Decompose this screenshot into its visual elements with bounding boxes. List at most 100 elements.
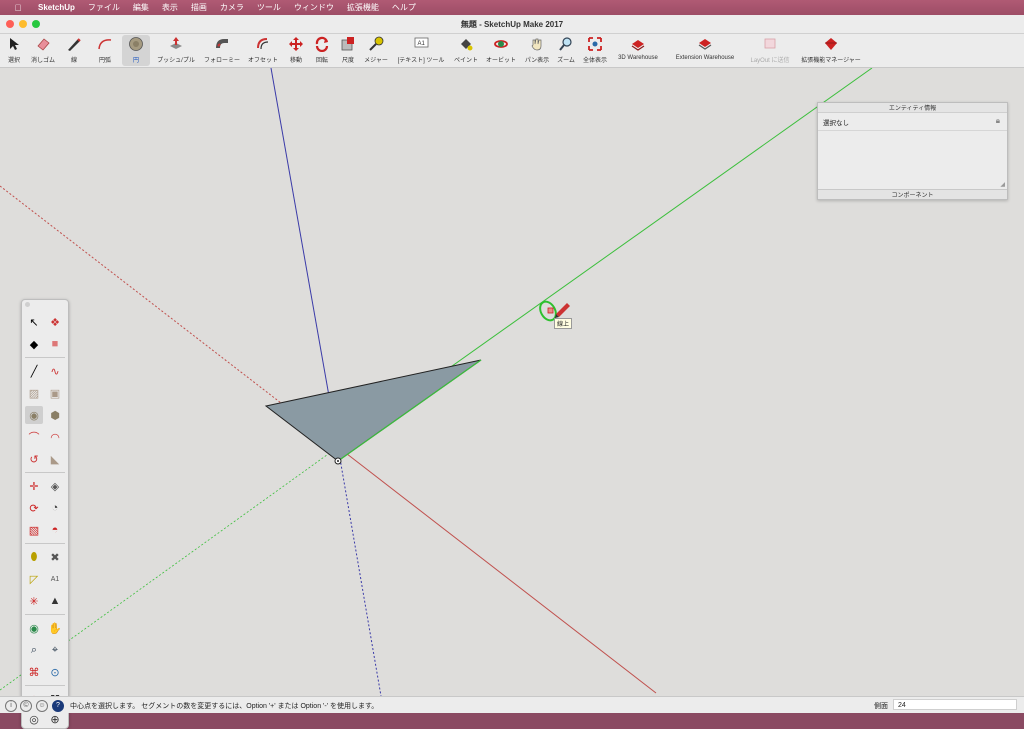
toolbar-label: ペイント (453, 58, 478, 64)
toolbar-label: フォローミー (203, 58, 240, 64)
toolbar-rotate-button[interactable]: 回転 (311, 35, 333, 66)
scale-icon: ▧ (28, 524, 40, 537)
offset-icon (254, 35, 272, 53)
drawing-canvas[interactable]: 線上 ↖ ❖ ◆ ■ ╱ ∿ ▨ ▣ ◉ ⬢ ⌒ ◠ ↺ ◣ ✛ ◈ ⟳ ◔ ▧… (0, 68, 1024, 729)
toolbar-arc-button[interactable]: 円弧 (92, 35, 118, 66)
menu-camera[interactable]: カメラ (220, 2, 244, 13)
toolbar-zoom-button[interactable]: ズーム (555, 35, 577, 66)
palette-zoom-extents-button[interactable]: ⌘ (25, 663, 43, 681)
credits-icon[interactable]: © (20, 700, 32, 712)
palette-pie-button[interactable]: ◣ (46, 450, 64, 468)
menu-file[interactable]: ファイル (88, 2, 120, 13)
toolbar-scale-button[interactable]: 尺度 (337, 35, 359, 66)
toolbar-label: Extension Warehouse (675, 55, 735, 61)
palette-circle-button[interactable]: ◉ (25, 406, 43, 424)
rectangle-icon: ▨ (28, 387, 40, 400)
palette-eraser-button[interactable]: ■ (46, 335, 64, 353)
palette-3point-arc-button[interactable]: ↺ (25, 450, 43, 468)
zoom-window-icon: ⌖ (51, 643, 59, 656)
palette-tape-measure-button[interactable]: ⬮ (25, 548, 43, 566)
geo-location-icon[interactable]: i (5, 700, 17, 712)
palette-text-button[interactable]: A1 (46, 570, 64, 588)
palette-paint-button[interactable]: ◆ (25, 335, 43, 353)
palette-polygon-button[interactable]: ⬢ (46, 406, 64, 424)
menu-extensions[interactable]: 拡張機能 (347, 2, 379, 13)
palette-freehand-button[interactable]: ∿ (46, 362, 64, 380)
palette-move-button[interactable]: ✛ (25, 477, 43, 495)
menu-tools[interactable]: ツール (257, 2, 281, 13)
palette-select-button[interactable]: ↖ (25, 313, 43, 331)
toolbar-offset-button[interactable]: オフセット (246, 35, 280, 66)
toolbar-extension-manager-button[interactable]: 拡張機能マネージャー (797, 35, 865, 66)
palette-protractor-button[interactable]: ◸ (25, 570, 43, 588)
follow-me-icon (213, 35, 231, 53)
palette-zoom-window-button[interactable]: ⌖ (46, 641, 64, 659)
svg-text:A1: A1 (418, 41, 426, 47)
palette-rotate-button[interactable]: ⟳ (25, 499, 43, 517)
arc-icon: ⌒ (28, 432, 40, 444)
toolbar-paint-button[interactable]: ペイント (452, 35, 480, 66)
triangle-face[interactable] (264, 359, 482, 462)
palette-orbit-button[interactable]: ◉ (25, 619, 43, 637)
toolbar-circle-button[interactable]: 円 (122, 35, 150, 66)
section-plane-icon: ⊕ (50, 713, 60, 726)
toolbar-zoom-extents-button[interactable]: 全体表示 (580, 35, 610, 66)
apple-icon[interactable]:  (10, 3, 26, 13)
pencil-icon: ╱ (30, 365, 38, 378)
palette-dimension-button[interactable]: ✖ (46, 548, 64, 566)
toolbar-text-button[interactable]: A1 [テキスト] ツール (394, 35, 448, 66)
toolbar-follow-me-button[interactable]: フォローミー (202, 35, 242, 66)
toolbar-tape-measure-button[interactable]: メジャー (362, 35, 390, 66)
toolbar-label: 円 (132, 58, 139, 64)
palette-push-pull-button[interactable]: ◈ (46, 477, 64, 495)
toolbar-push-pull-button[interactable]: プッシュ/プル (154, 35, 198, 66)
palette-rotated-rectangle-button[interactable]: ▣ (46, 384, 64, 402)
help-icon[interactable]: ? (52, 700, 64, 712)
resize-grip-icon[interactable]: ◢ (1000, 181, 1005, 188)
toolbar-pan-button[interactable]: パン表示 (522, 35, 552, 66)
components-panel-header[interactable]: コンポーネント (818, 189, 1007, 199)
menu-window[interactable]: ウィンドウ (294, 2, 334, 13)
large-tool-set-palette: ↖ ❖ ◆ ■ ╱ ∿ ▨ ▣ ◉ ⬢ ⌒ ◠ ↺ ◣ ✛ ◈ ⟳ ◔ ▧ ◓ … (21, 299, 69, 729)
palette-pan-button[interactable]: ✋ (46, 619, 64, 637)
menu-app-name[interactable]: SketchUp (38, 3, 75, 12)
palette-rectangle-button[interactable]: ▨ (25, 384, 43, 402)
panel-divider (818, 130, 1007, 131)
palette-arc-button[interactable]: ⌒ (25, 428, 43, 446)
toolbar-move-button[interactable]: 移動 (285, 35, 307, 66)
lock-icon[interactable]: 🔒︎ (996, 116, 1000, 126)
toolbar-select-button[interactable]: 選択 (4, 35, 24, 66)
text-icon: A1 (412, 35, 430, 53)
toolbar-extension-warehouse-button[interactable]: Extension Warehouse (668, 35, 742, 66)
toolbar-label: 線 (70, 58, 77, 64)
status-message: 中心点を選択します。 セグメントの数を変更するには、Option '+' または… (70, 703, 379, 710)
toolbar-eraser-button[interactable]: 消しゴム (28, 35, 58, 66)
menu-view[interactable]: 表示 (162, 2, 178, 13)
palette-axes-button[interactable]: ✳ (25, 592, 43, 610)
menu-edit[interactable]: 編集 (133, 2, 149, 13)
palette-3d-text-button[interactable]: ▲ (46, 592, 64, 610)
palette-zoom-button[interactable]: ⌕ (25, 641, 43, 659)
toolbar-orbit-button[interactable]: オービット (484, 35, 518, 66)
palette-component-button[interactable]: ❖ (46, 313, 64, 331)
extension-warehouse-icon (696, 35, 714, 53)
toolbar-3d-warehouse-button[interactable]: 3D Warehouse (613, 35, 663, 66)
paint-bucket-icon (457, 35, 475, 53)
tape-measure-icon (367, 35, 385, 53)
palette-follow-me-button[interactable]: ◔ (46, 499, 64, 517)
pencil-cursor-icon (555, 303, 570, 318)
circle-icon (127, 35, 145, 53)
palette-separator (25, 357, 65, 358)
palette-scale-button[interactable]: ▧ (25, 521, 43, 539)
palette-previous-view-button[interactable]: ⊙ (46, 663, 64, 681)
toolbar-send-to-layout-button[interactable]: LayOut に送信 (746, 35, 794, 66)
toolbar-line-button[interactable]: 線 (62, 35, 86, 66)
menu-help[interactable]: ヘルプ (392, 2, 416, 13)
palette-2point-arc-button[interactable]: ◠ (46, 428, 64, 446)
user-account-icon[interactable]: ☺ (36, 700, 48, 712)
palette-close-button[interactable] (25, 302, 30, 307)
palette-offset-button[interactable]: ◓ (46, 521, 64, 539)
menu-draw[interactable]: 描画 (191, 2, 207, 13)
palette-line-button[interactable]: ╱ (25, 362, 43, 380)
measurements-input[interactable]: 24 (893, 699, 1017, 710)
